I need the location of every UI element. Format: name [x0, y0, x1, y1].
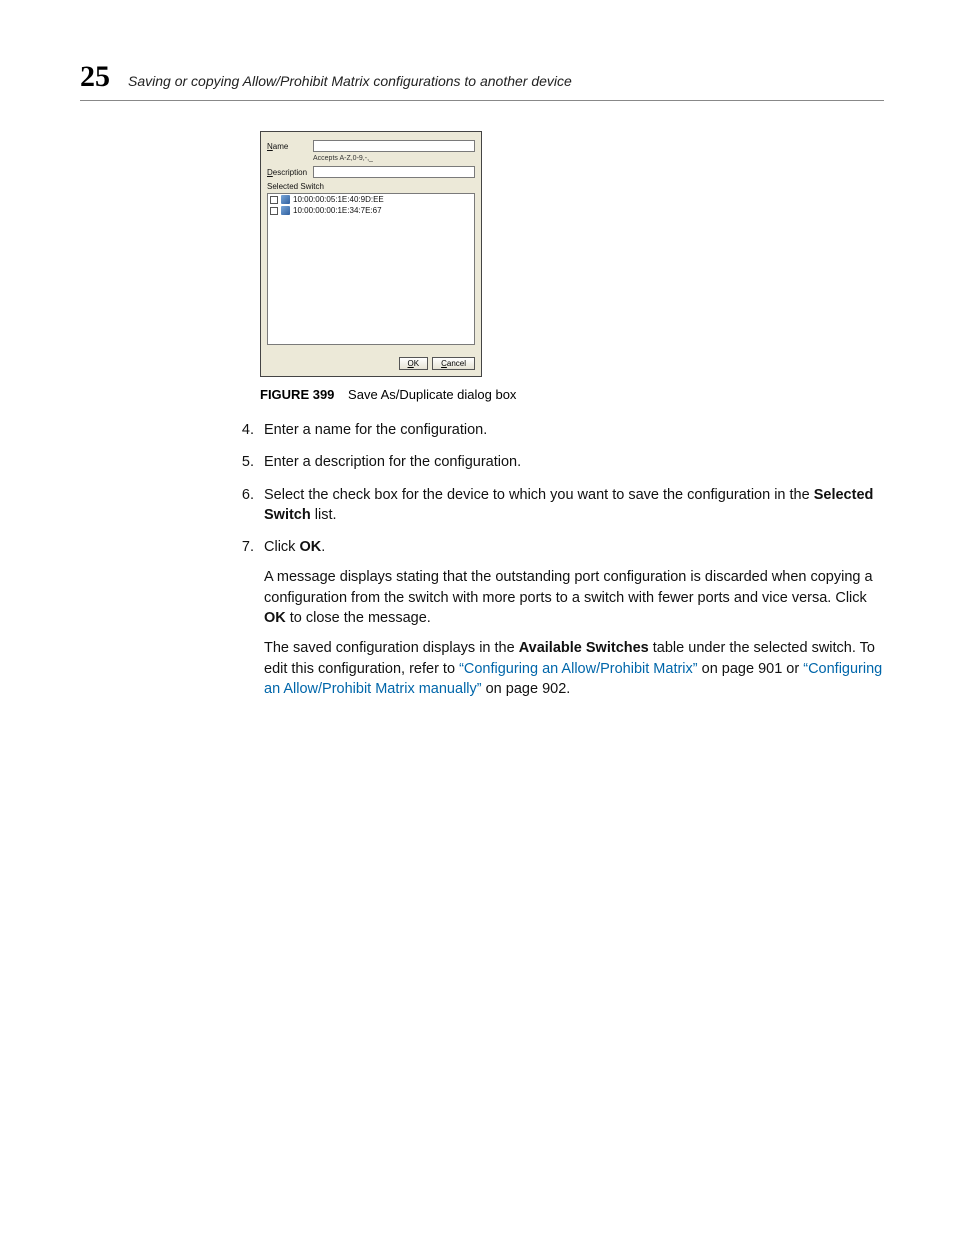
figure-label: FIGURE 399	[260, 387, 334, 402]
step-6: Select the check box for the device to w…	[258, 485, 884, 526]
name-label: Name	[267, 142, 313, 151]
switch-icon	[281, 195, 290, 204]
list-item[interactable]: 10:00:00:00:1E:34:7E:67	[268, 205, 474, 216]
figure-text: Save As/Duplicate dialog box	[348, 387, 516, 402]
switch-wwn: 10:00:00:05:1E:40:9D:EE	[293, 195, 384, 204]
step-7-note-2: The saved configuration displays in the …	[264, 638, 884, 699]
step-4: Enter a name for the configuration.	[258, 420, 884, 440]
description-label: Description	[267, 168, 313, 177]
figure-caption: FIGURE 399 Save As/Duplicate dialog box	[260, 387, 884, 402]
step-7-note-1: A message displays stating that the outs…	[264, 567, 884, 628]
step-7: Click OK. A message displays stating tha…	[258, 537, 884, 699]
link-configure-matrix[interactable]: “Configuring an Allow/Prohibit Matrix”	[459, 661, 698, 677]
switch-wwn: 10:00:00:00:1E:34:7E:67	[293, 206, 382, 215]
checkbox-icon[interactable]	[270, 196, 278, 204]
switch-icon	[281, 206, 290, 215]
chapter-number: 25	[80, 60, 110, 94]
description-input[interactable]	[313, 166, 475, 178]
accepts-hint: Accepts A-Z,0-9,-,_	[313, 155, 475, 162]
step-5: Enter a description for the configuratio…	[258, 452, 884, 472]
save-as-dialog: Name Accepts A-Z,0-9,-,_ Description Sel…	[260, 131, 482, 377]
step-list: Enter a name for the configuration. Ente…	[230, 420, 884, 699]
ok-button[interactable]: OK	[399, 357, 429, 370]
dialog-figure: Name Accepts A-Z,0-9,-,_ Description Sel…	[260, 131, 480, 377]
selected-switch-list[interactable]: 10:00:00:05:1E:40:9D:EE 10:00:00:00:1E:3…	[267, 193, 475, 345]
cancel-button[interactable]: Cancel	[432, 357, 475, 370]
header-title: Saving or copying Allow/Prohibit Matrix …	[128, 73, 572, 89]
checkbox-icon[interactable]	[270, 207, 278, 215]
page-header: 25 Saving or copying Allow/Prohibit Matr…	[80, 60, 884, 101]
name-input[interactable]	[313, 140, 475, 152]
list-item[interactable]: 10:00:00:05:1E:40:9D:EE	[268, 194, 474, 205]
selected-switch-label: Selected Switch	[267, 182, 475, 191]
